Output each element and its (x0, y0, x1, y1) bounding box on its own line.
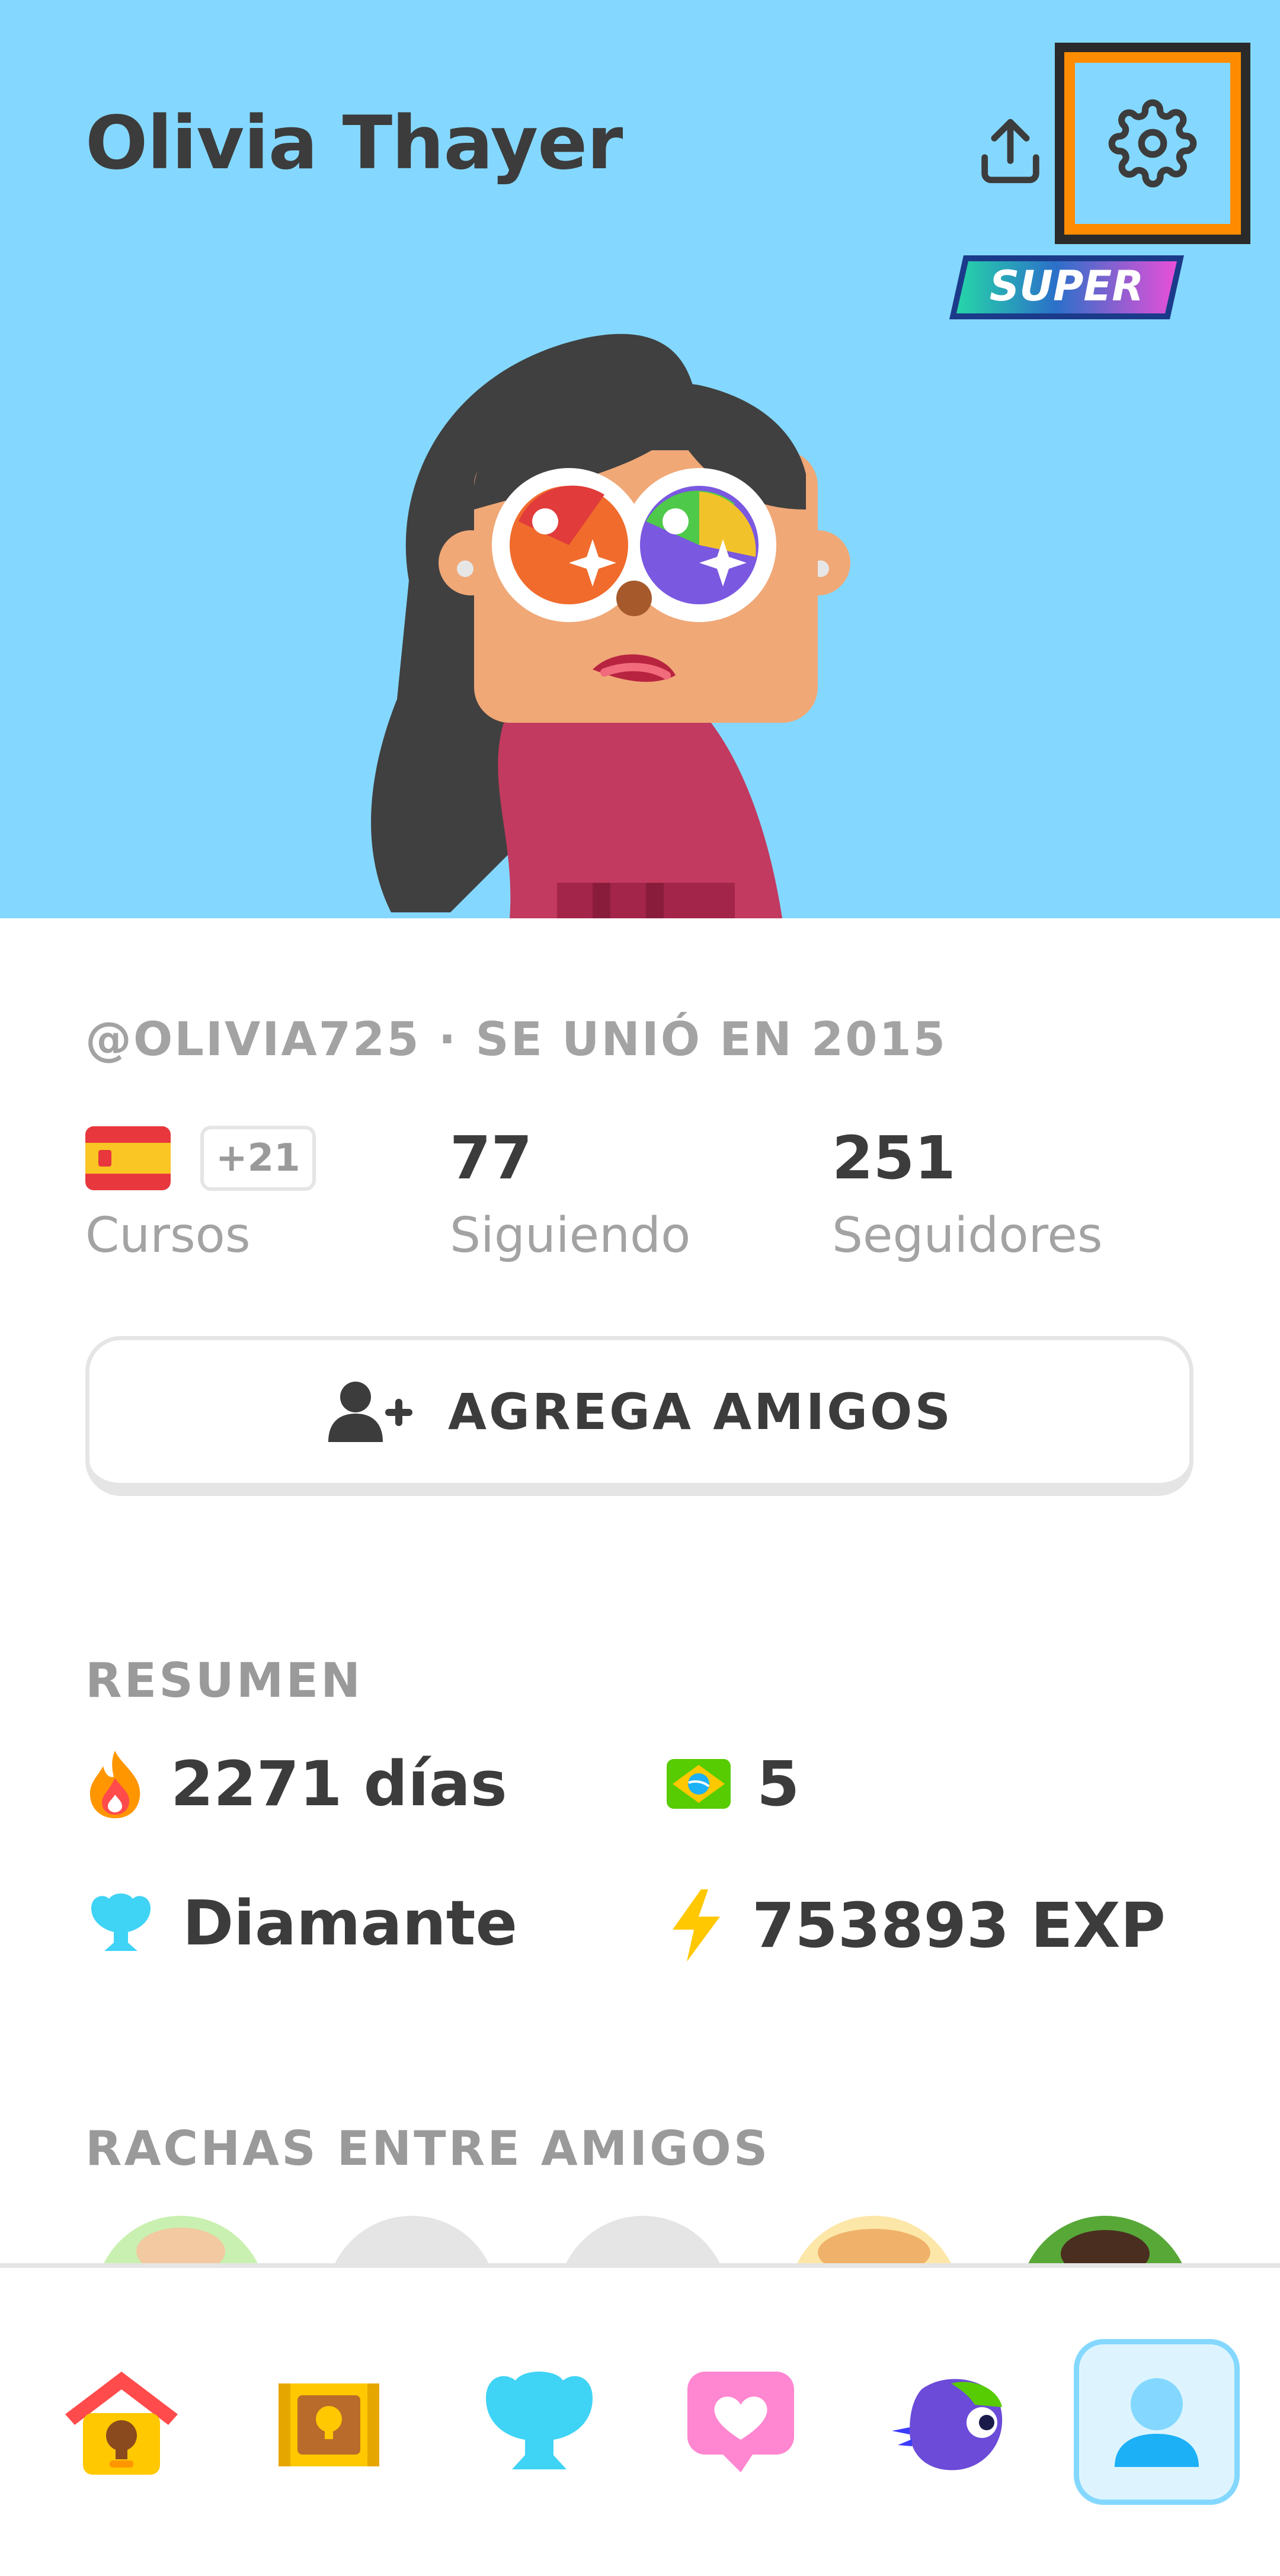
friend-avatar[interactable] (788, 2216, 960, 2263)
crowns-value: 5 (757, 1748, 800, 1820)
upload-icon (981, 118, 1039, 184)
nav-learn[interactable] (39, 2339, 204, 2505)
courses-stat[interactable]: +21 Cursos (85, 1120, 316, 1264)
spain-flag-icon (85, 1126, 171, 1190)
following-count: 77 (450, 1123, 533, 1193)
friend-avatar[interactable] (1019, 2216, 1191, 2263)
heart-icon (687, 2372, 794, 2472)
league-value: Diamante (183, 1887, 517, 1959)
followers-stat[interactable]: 251 Seguidores (832, 1120, 1103, 1264)
friend-streaks-row (0, 2204, 1280, 2263)
flame-icon (89, 1751, 140, 1818)
following-label: Siguiendo (450, 1207, 691, 1264)
followers-count: 251 (832, 1123, 956, 1193)
nav-friends[interactable] (658, 2339, 824, 2505)
lightning-icon (673, 1889, 720, 1962)
league-stat: Diamante (85, 1887, 517, 1959)
share-button[interactable] (960, 101, 1061, 201)
friend-avatar[interactable] (95, 2216, 267, 2263)
trophy-icon (91, 1893, 151, 1951)
nav-practice[interactable] (246, 2339, 412, 2505)
username-join-date: @OLIVIA725 · SE UNIÓ EN 2015 (85, 1013, 948, 1066)
xp-stat: 753893 EXP (667, 1887, 1166, 1964)
friend-avatar[interactable] (326, 2216, 498, 2263)
profile-stats: +21 Cursos 77 Siguiendo 251 Seguidores (85, 1120, 1211, 1297)
brazil-flag-icon (667, 1759, 731, 1809)
settings-button[interactable] (1055, 43, 1250, 244)
league-icon (486, 2372, 593, 2469)
crowns-stat: 5 (667, 1748, 799, 1820)
summary-title: RESUMEN (85, 1653, 363, 1708)
gear-icon (1108, 99, 1197, 188)
nav-profile[interactable] (1074, 2339, 1240, 2505)
avatar-illustration (371, 334, 850, 918)
chest-icon (279, 2383, 379, 2466)
friend-streaks-title: RACHAS ENTRE AMIGOS (85, 2121, 770, 2176)
super-badge-label: SUPER (990, 262, 1144, 310)
friend-avatar[interactable] (557, 2216, 729, 2263)
profile-name: Olivia Thayer (85, 101, 623, 186)
courses-label: Cursos (85, 1207, 251, 1264)
add-friends-button[interactable]: AGREGA AMIGOS (85, 1336, 1193, 1496)
streak-value: 2271 días (171, 1748, 507, 1820)
nav-duo[interactable] (865, 2339, 1031, 2505)
more-courses-badge: +21 (200, 1126, 316, 1191)
add-user-icon (328, 1381, 413, 1442)
profile-hero: Olivia Thayer SUPER (0, 0, 1280, 918)
xp-value: 753893 EXP (752, 1889, 1166, 1962)
super-badge: SUPER (949, 255, 1184, 319)
add-friends-label: AGREGA AMIGOS (448, 1382, 953, 1441)
profile-icon (1115, 2378, 1199, 2467)
home-icon (65, 2372, 178, 2475)
followers-label: Seguidores (832, 1207, 1103, 1264)
streak-stat: 2271 días (85, 1748, 507, 1820)
nav-leaderboard[interactable] (456, 2339, 622, 2505)
duo-icon (892, 2379, 1003, 2471)
following-stat[interactable]: 77 Siguiendo (450, 1120, 690, 1264)
bottom-navigation (0, 2263, 1280, 2576)
